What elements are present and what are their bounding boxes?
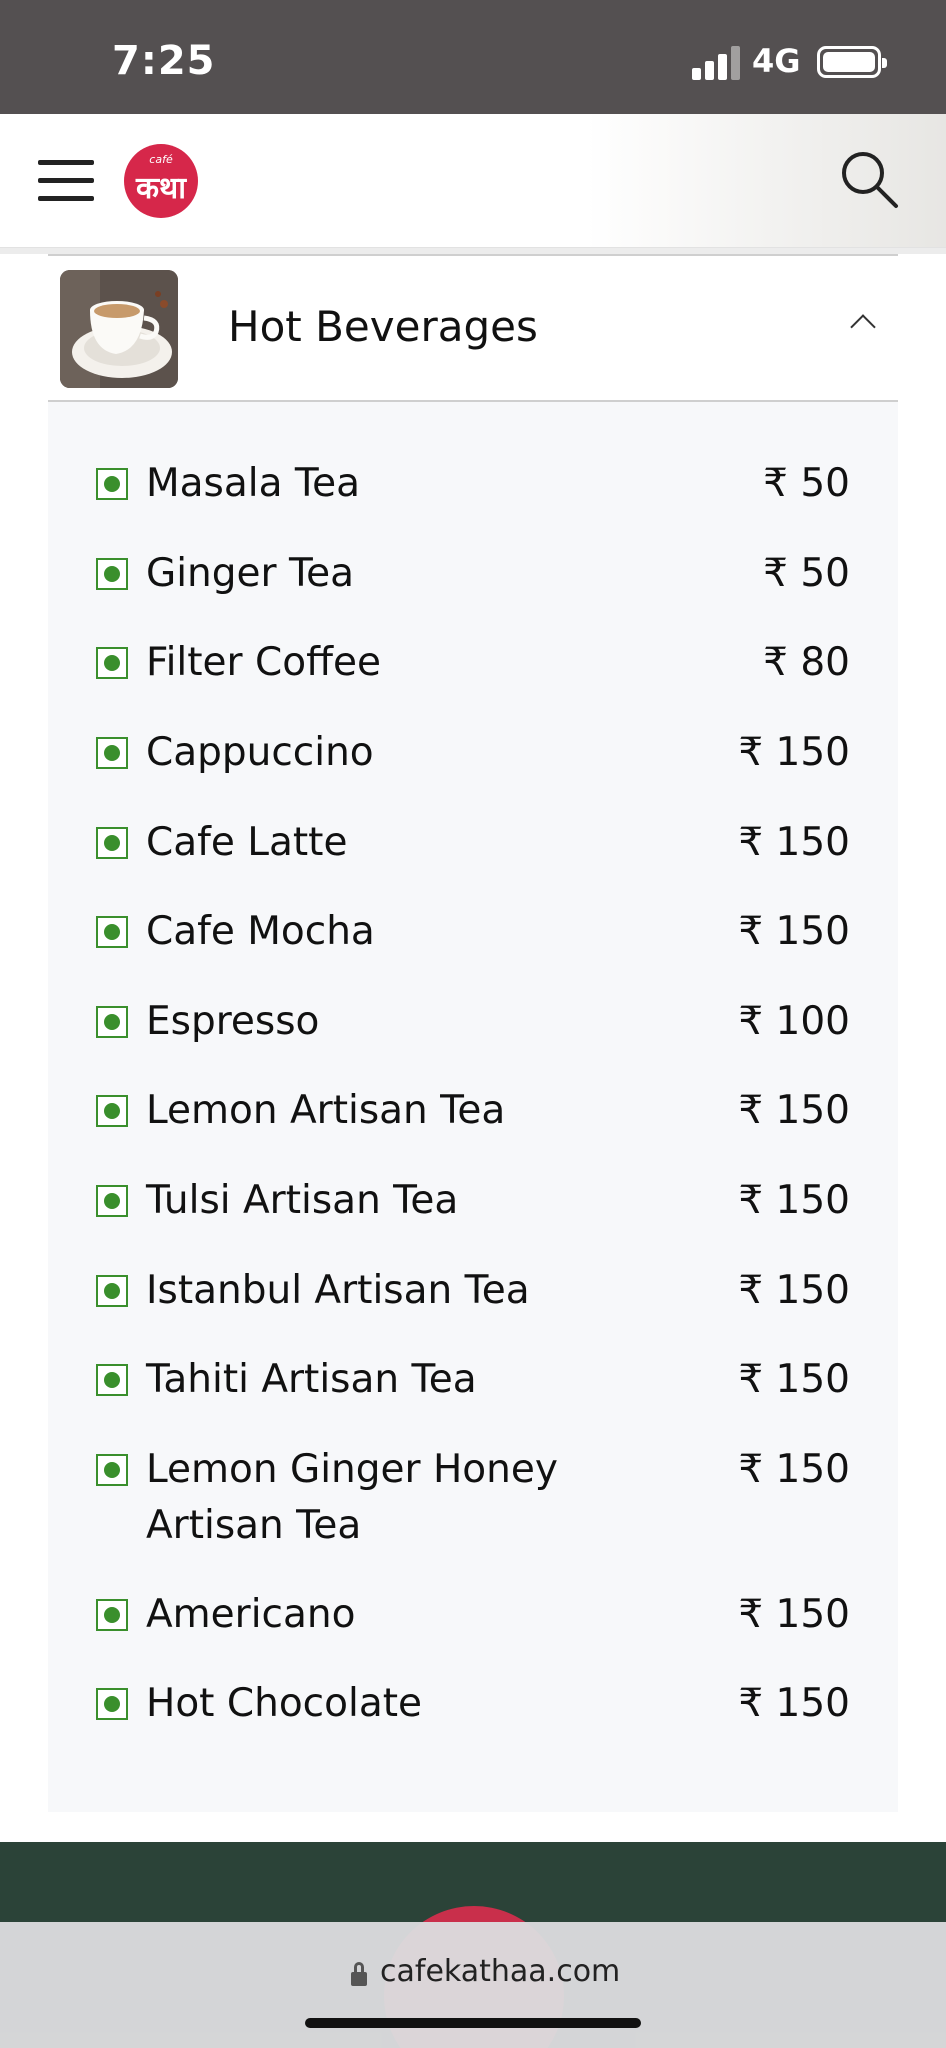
item-price: ₹ 80 <box>763 640 850 685</box>
item-name: Tahiti Artisan Tea <box>146 1357 477 1402</box>
veg-indicator-icon <box>96 647 128 679</box>
item-name: Hot Chocolate <box>146 1681 423 1726</box>
veg-indicator-icon <box>96 737 128 769</box>
item-price: ₹ 150 <box>738 1592 850 1637</box>
veg-indicator-icon <box>96 1275 128 1307</box>
item-price: ₹ 150 <box>738 1178 850 1223</box>
item-price: ₹ 150 <box>738 1357 850 1402</box>
menu-list: Masala Tea ₹ 50 Ginger Tea ₹ 50 Filter C… <box>48 402 898 1812</box>
veg-indicator-icon <box>96 468 128 500</box>
item-name: Espresso <box>146 999 320 1044</box>
page: 7:25 4G café कथा Hot Beverages Masala Te… <box>0 0 946 2048</box>
browser-url-bar[interactable]: cafekathaa.com <box>0 1922 946 2048</box>
item-price: ₹ 150 <box>738 820 850 865</box>
item-name: Cafe Latte <box>146 820 348 865</box>
logo-text: कथा <box>136 171 186 206</box>
item-price: ₹ 150 <box>738 730 850 775</box>
veg-indicator-icon <box>96 1688 128 1720</box>
item-name: Americano <box>146 1592 356 1637</box>
item-price: ₹ 50 <box>763 551 850 596</box>
veg-indicator-icon <box>96 1599 128 1631</box>
item-name: Cappuccino <box>146 730 374 775</box>
veg-indicator-icon <box>96 827 128 859</box>
category-header[interactable]: Hot Beverages <box>48 254 898 402</box>
item-name: Tulsi Artisan Tea <box>146 1178 459 1223</box>
item-price: ₹ 150 <box>738 909 850 954</box>
item-price: ₹ 50 <box>763 461 850 506</box>
item-name: Lemon Artisan Tea <box>146 1088 506 1133</box>
item-name: Cafe Mocha <box>146 909 375 954</box>
search-icon[interactable] <box>838 148 900 210</box>
network-type: 4G <box>752 42 801 80</box>
status-time: 7:25 <box>112 38 216 84</box>
veg-indicator-icon <box>96 558 128 590</box>
item-price: ₹ 150 <box>738 1447 850 1492</box>
item-price: ₹ 150 <box>738 1268 850 1313</box>
veg-indicator-icon <box>96 1364 128 1396</box>
signal-icon <box>692 46 742 80</box>
url-text[interactable]: cafekathaa.com <box>380 1954 620 1989</box>
item-name: Ginger Tea <box>146 551 355 596</box>
home-indicator[interactable] <box>305 2018 641 2028</box>
hamburger-menu-icon[interactable] <box>38 158 94 202</box>
category-title: Hot Beverages <box>228 302 538 351</box>
veg-indicator-icon <box>96 916 128 948</box>
item-price: ₹ 150 <box>738 1088 850 1133</box>
cafe-logo[interactable]: café कथा <box>124 144 198 218</box>
item-name: Istanbul Artisan Tea <box>146 1268 530 1313</box>
lock-icon <box>351 1962 367 1988</box>
item-price: ₹ 150 <box>738 1681 850 1726</box>
veg-indicator-icon <box>96 1454 128 1486</box>
veg-indicator-icon <box>96 1095 128 1127</box>
status-bar: 7:25 4G <box>0 0 946 114</box>
item-price: ₹ 100 <box>738 999 850 1044</box>
veg-indicator-icon <box>96 1185 128 1217</box>
battery-icon <box>817 46 887 78</box>
chevron-up-icon[interactable] <box>850 314 876 340</box>
category-image <box>60 270 178 388</box>
logo-small-text: café <box>149 153 173 166</box>
item-name: Lemon Ginger Honey Artisan Tea <box>146 1447 558 1548</box>
item-name: Filter Coffee <box>146 640 381 685</box>
veg-indicator-icon <box>96 1006 128 1038</box>
item-name: Masala Tea <box>146 461 360 506</box>
site-header: café कथा <box>0 114 946 248</box>
